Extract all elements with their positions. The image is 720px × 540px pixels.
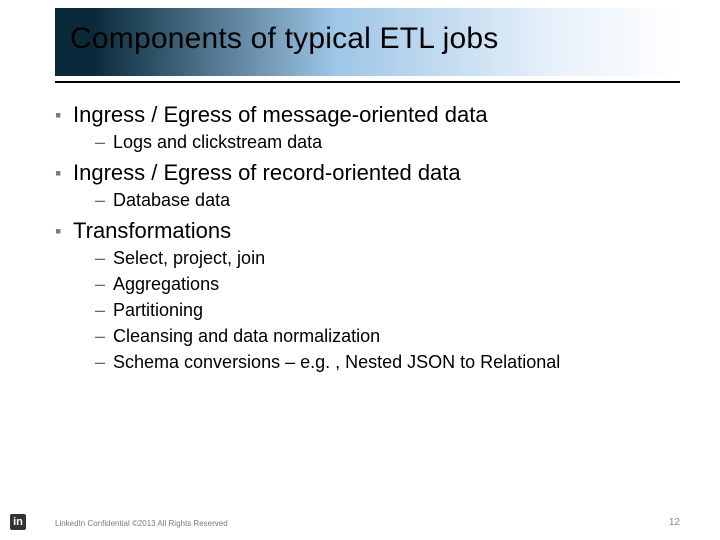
- dash-bullet-icon: –: [95, 273, 113, 296]
- bullet-text: Transformations: [73, 218, 231, 244]
- slide-title: Components of typical ETL jobs: [70, 22, 680, 56]
- bullet-text: Schema conversions – e.g. , Nested JSON …: [113, 351, 560, 374]
- bullet-level1: ▪ Ingress / Egress of message-oriented d…: [55, 102, 680, 128]
- slide-footer: LinkedIn Confidential ©2013 All Rights R…: [55, 510, 680, 530]
- bullet-level2: – Cleansing and data normalization: [95, 325, 680, 348]
- dash-bullet-icon: –: [95, 247, 113, 270]
- bullet-text: Logs and clickstream data: [113, 131, 322, 154]
- bullet-text: Aggregations: [113, 273, 219, 296]
- bullet-level2: – Logs and clickstream data: [95, 131, 680, 154]
- footer-copyright: LinkedIn Confidential ©2013 All Rights R…: [55, 519, 228, 528]
- bullet-level1: ▪ Ingress / Egress of record-oriented da…: [55, 160, 680, 186]
- bullet-level2: – Schema conversions – e.g. , Nested JSO…: [95, 351, 680, 374]
- bullet-text: Ingress / Egress of record-oriented data: [73, 160, 461, 186]
- bullet-text: Select, project, join: [113, 247, 265, 270]
- bullet-text: Ingress / Egress of message-oriented dat…: [73, 102, 488, 128]
- bullet-level2: – Aggregations: [95, 273, 680, 296]
- bullet-text: Cleansing and data normalization: [113, 325, 380, 348]
- dash-bullet-icon: –: [95, 131, 113, 154]
- dash-bullet-icon: –: [95, 325, 113, 348]
- page-number: 12: [669, 517, 680, 528]
- square-bullet-icon: ▪: [55, 218, 73, 244]
- bullet-level1: ▪ Transformations: [55, 218, 680, 244]
- dash-bullet-icon: –: [95, 189, 113, 212]
- bullet-text: Partitioning: [113, 299, 203, 322]
- square-bullet-icon: ▪: [55, 160, 73, 186]
- bullet-text: Database data: [113, 189, 230, 212]
- title-divider: [55, 81, 680, 83]
- square-bullet-icon: ▪: [55, 102, 73, 128]
- bullet-level2: – Partitioning: [95, 299, 680, 322]
- slide-body: ▪ Ingress / Egress of message-oriented d…: [55, 96, 680, 500]
- dash-bullet-icon: –: [95, 351, 113, 374]
- bullet-level2: – Database data: [95, 189, 680, 212]
- bullet-level2: – Select, project, join: [95, 247, 680, 270]
- dash-bullet-icon: –: [95, 299, 113, 322]
- linkedin-logo-icon: in: [10, 514, 26, 530]
- slide: Components of typical ETL jobs ▪ Ingress…: [0, 0, 720, 540]
